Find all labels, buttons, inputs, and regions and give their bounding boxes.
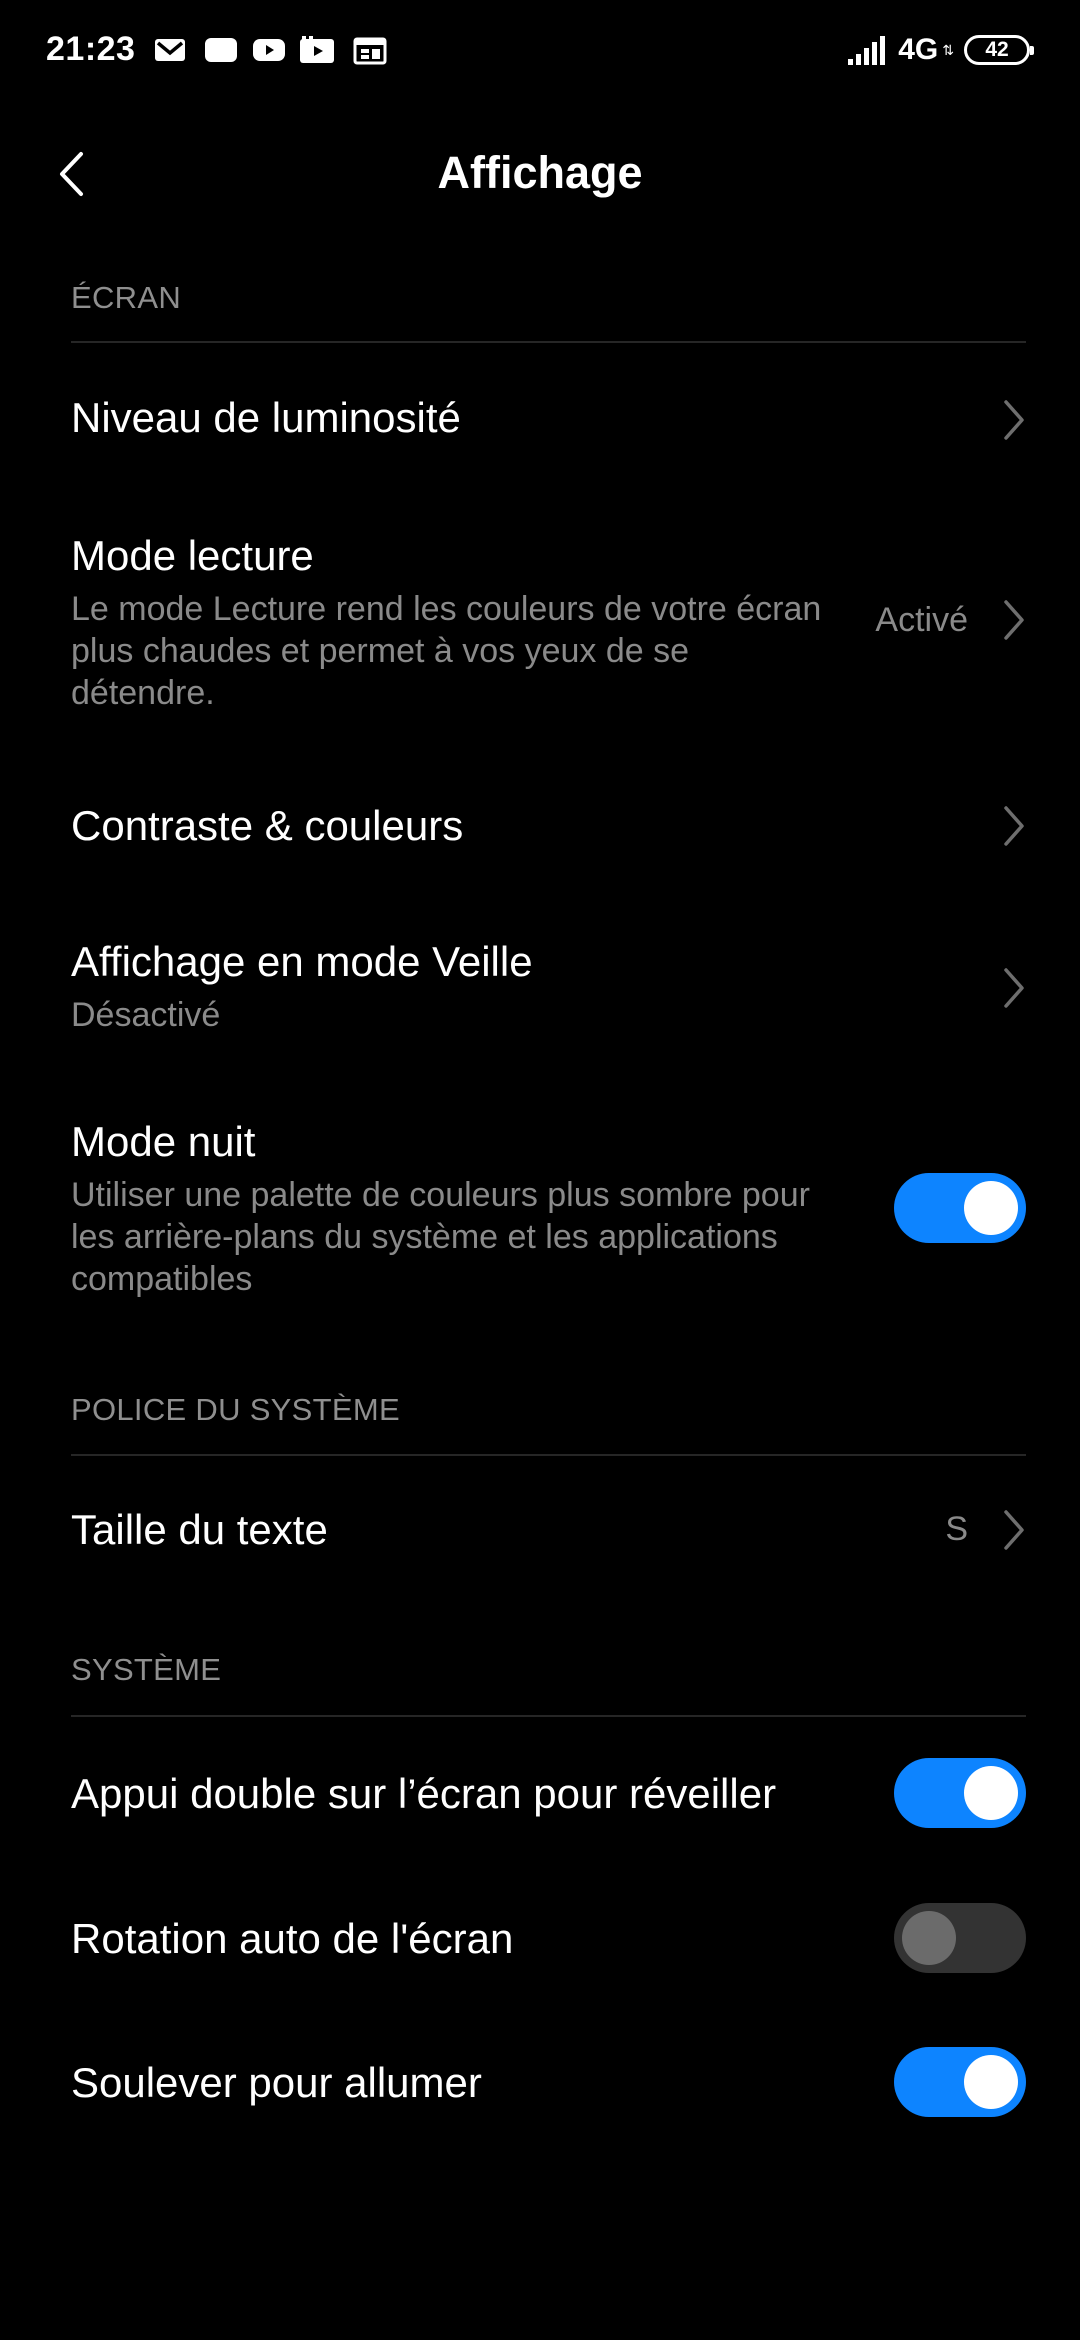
text-size-row[interactable]: Taille du texte S (0, 1470, 1080, 1590)
section-header-systeme: SYSTÈME (71, 1652, 222, 1687)
divider (71, 1715, 1026, 1717)
battery-level: 42 (985, 38, 1009, 61)
contrast-row[interactable]: Contraste & couleurs (0, 770, 1080, 880)
reading-mode-status: Activé (875, 601, 968, 639)
calendar-icon (353, 37, 387, 65)
reading-mode-description: Le mode Lecture rend les couleurs de vot… (71, 590, 822, 712)
double-tap-toggle[interactable] (894, 1758, 1026, 1828)
status-time: 21:23 (46, 30, 136, 68)
ambient-display-title: Affichage en mode Veille (71, 938, 533, 985)
divider (71, 1454, 1026, 1456)
night-mode-description: Utiliser une palette de couleurs plus so… (71, 1176, 810, 1298)
auto-rotate-toggle[interactable] (894, 1903, 1026, 1973)
message-icon (205, 38, 237, 62)
toggle-knob (964, 1766, 1018, 1820)
lift-to-wake-row[interactable]: Soulever pour allumer (0, 2029, 1080, 2139)
text-size-value: S (945, 1510, 968, 1548)
network-type: 4G (898, 33, 939, 66)
chevron-right-icon (1004, 968, 1024, 1008)
video-icon (300, 36, 334, 63)
status-bar: 21:23 4G ⇅ 42 (0, 0, 1080, 100)
divider (71, 341, 1026, 343)
brightness-title: Niveau de luminosité (71, 394, 461, 441)
reading-mode-row[interactable]: Mode lecture Le mode Lecture rend les co… (0, 520, 1080, 730)
chevron-right-icon (1004, 600, 1024, 640)
reading-mode-title: Mode lecture (71, 532, 314, 579)
chevron-right-icon (1004, 1510, 1024, 1550)
data-arrows-icon: ⇅ (942, 42, 954, 58)
page-title: Affichage (437, 147, 643, 198)
status-indicators: 4G ⇅ 42 (848, 30, 1034, 70)
night-mode-toggle[interactable] (894, 1173, 1026, 1243)
youtube-icon (253, 39, 285, 61)
night-mode-row[interactable]: Mode nuit Utiliser une palette de couleu… (0, 1110, 1080, 1310)
ambient-display-row[interactable]: Affichage en mode Veille Désactivé (0, 930, 1080, 1050)
ambient-display-status: Désactivé (71, 996, 221, 1034)
gmail-icon (155, 39, 185, 61)
section-header-police: POLICE DU SYSTÈME (71, 1392, 400, 1427)
double-tap-row[interactable]: Appui double sur l’écran pour réveiller (0, 1740, 1080, 1850)
brightness-row[interactable]: Niveau de luminosité (0, 360, 1080, 480)
battery-icon: 42 (964, 35, 1034, 65)
double-tap-title: Appui double sur l’écran pour réveiller (71, 1770, 777, 1817)
toggle-knob (902, 1911, 956, 1965)
lift-to-wake-title: Soulever pour allumer (71, 2059, 482, 2106)
toggle-knob (964, 1181, 1018, 1235)
chevron-right-icon (1004, 806, 1024, 846)
toggle-knob (964, 2055, 1018, 2109)
auto-rotate-row[interactable]: Rotation auto de l'écran (0, 1885, 1080, 1995)
section-header-ecran: ÉCRAN (71, 280, 182, 315)
contrast-title: Contraste & couleurs (71, 802, 464, 849)
lift-to-wake-toggle[interactable] (894, 2047, 1026, 2117)
auto-rotate-title: Rotation auto de l'écran (71, 1915, 514, 1962)
night-mode-title: Mode nuit (71, 1118, 256, 1165)
signal-icon (848, 36, 886, 65)
chevron-right-icon (1004, 400, 1024, 440)
text-size-title: Taille du texte (71, 1506, 328, 1553)
